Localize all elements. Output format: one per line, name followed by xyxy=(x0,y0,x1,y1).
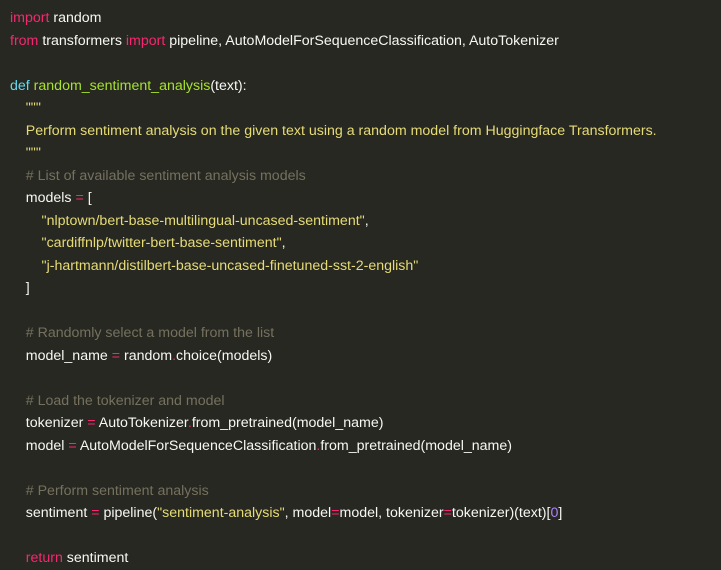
code-comment: # Load the tokenizer and model xyxy=(10,392,225,409)
docstring-text: Perform sentiment analysis on the given … xyxy=(10,122,657,139)
assign-operator: = xyxy=(111,347,121,364)
code-line-8: # List of available sentiment analysis m… xyxy=(10,165,721,188)
code-line-7: """ xyxy=(10,142,721,165)
function-name: random_sentiment_analysis xyxy=(29,77,211,94)
bracket-close: ] xyxy=(558,505,563,521)
assign-operator: = xyxy=(87,415,96,431)
code-line-9: models = [ xyxy=(10,187,721,210)
code-line-16: model_name = random.choice(models) xyxy=(10,345,721,368)
code-line-20: model = AutoModelForSequenceClassificati… xyxy=(10,435,721,458)
keyword-import: import xyxy=(10,10,50,26)
list-open: [ xyxy=(83,190,92,206)
assign-operator: = xyxy=(91,505,100,521)
code-line-12: "j-hartmann/distilbert-base-uncased-fine… xyxy=(10,255,721,278)
string-literal: "cardiffnlp/twitter-bert-base-sentiment" xyxy=(41,235,282,251)
function-params: (text): xyxy=(210,77,247,94)
assign-operator: = xyxy=(75,190,84,206)
code-line-10: "nlptown/bert-base-multilingual-uncased-… xyxy=(10,210,721,233)
code-line-18: # Load the tokenizer and model xyxy=(10,390,721,413)
variable-name: sentiment xyxy=(10,505,92,521)
assign-operator: = xyxy=(443,505,452,521)
method-call: from_pretrained(model_name) xyxy=(191,415,384,431)
string-literal: "nlptown/bert-base-multilingual-uncased-… xyxy=(41,212,365,229)
function-call: pipeline( xyxy=(99,505,158,521)
module-name: random xyxy=(49,10,102,26)
variable-name: model xyxy=(10,437,69,454)
string-literal: "sentiment-analysis" xyxy=(157,505,285,521)
code-line-15: # Randomly select a model from the list xyxy=(10,322,721,345)
code-line-5: """ xyxy=(10,97,721,120)
assign-operator: = xyxy=(331,505,340,521)
keyword-return: return xyxy=(10,550,63,566)
code-line-22: # Perform sentiment analysis xyxy=(10,480,721,503)
keyword-arg: , model xyxy=(284,505,332,521)
assign-operator: = xyxy=(68,437,77,454)
module-name: transformers xyxy=(38,32,126,49)
method-call: from_pretrained(model_name) xyxy=(320,437,512,454)
list-close: ] xyxy=(10,280,30,296)
code-line-6: Perform sentiment analysis on the given … xyxy=(10,120,721,143)
code-line-4: def random_sentiment_analysis(text): xyxy=(10,75,721,98)
code-line-1: import random xyxy=(10,7,721,30)
code-line-25: return sentiment xyxy=(10,547,721,570)
code-comment: # Perform sentiment analysis xyxy=(10,482,209,499)
keyword-import: import xyxy=(125,32,166,49)
code-line-23: sentiment = pipeline("sentiment-analysis… xyxy=(10,502,721,525)
comma: , xyxy=(364,212,369,229)
string-literal: "j-hartmann/distilbert-base-uncased-fine… xyxy=(41,257,419,274)
variable-name: models xyxy=(10,190,76,206)
keyword-def: def xyxy=(10,77,30,94)
imported-names: pipeline, AutoModelForSequenceClassifica… xyxy=(165,32,559,49)
code-line-19: tokenizer = AutoTokenizer.from_pretraine… xyxy=(10,412,721,435)
method-call: choice(models) xyxy=(176,347,273,364)
variable-name: model_name xyxy=(10,347,112,364)
code-comment: # Randomly select a model from the list xyxy=(10,325,275,341)
keyword-from: from xyxy=(10,32,39,49)
code-line-13: ] xyxy=(10,277,721,300)
variable-name: tokenizer xyxy=(10,415,88,431)
docstring-close: """ xyxy=(10,145,41,161)
keyword-arg: model, tokenizer xyxy=(339,505,444,521)
docstring-open: """ xyxy=(10,100,41,116)
object-name: AutoTokenizer xyxy=(95,415,188,431)
code-editor[interactable]: import random from transformers import p… xyxy=(0,0,721,566)
comma: , xyxy=(281,235,286,251)
code-line-2: from transformers import pipeline, AutoM… xyxy=(10,30,721,53)
code-comment: # List of available sentiment analysis m… xyxy=(10,167,306,184)
object-name: AutoModelForSequenceClassification xyxy=(76,437,317,454)
number-literal: 0 xyxy=(550,505,559,521)
return-value: sentiment xyxy=(62,550,129,566)
call-tail: tokenizer)(text)[ xyxy=(451,505,551,521)
object-name: random xyxy=(120,347,173,364)
code-line-11: "cardiffnlp/twitter-bert-base-sentiment"… xyxy=(10,232,721,255)
